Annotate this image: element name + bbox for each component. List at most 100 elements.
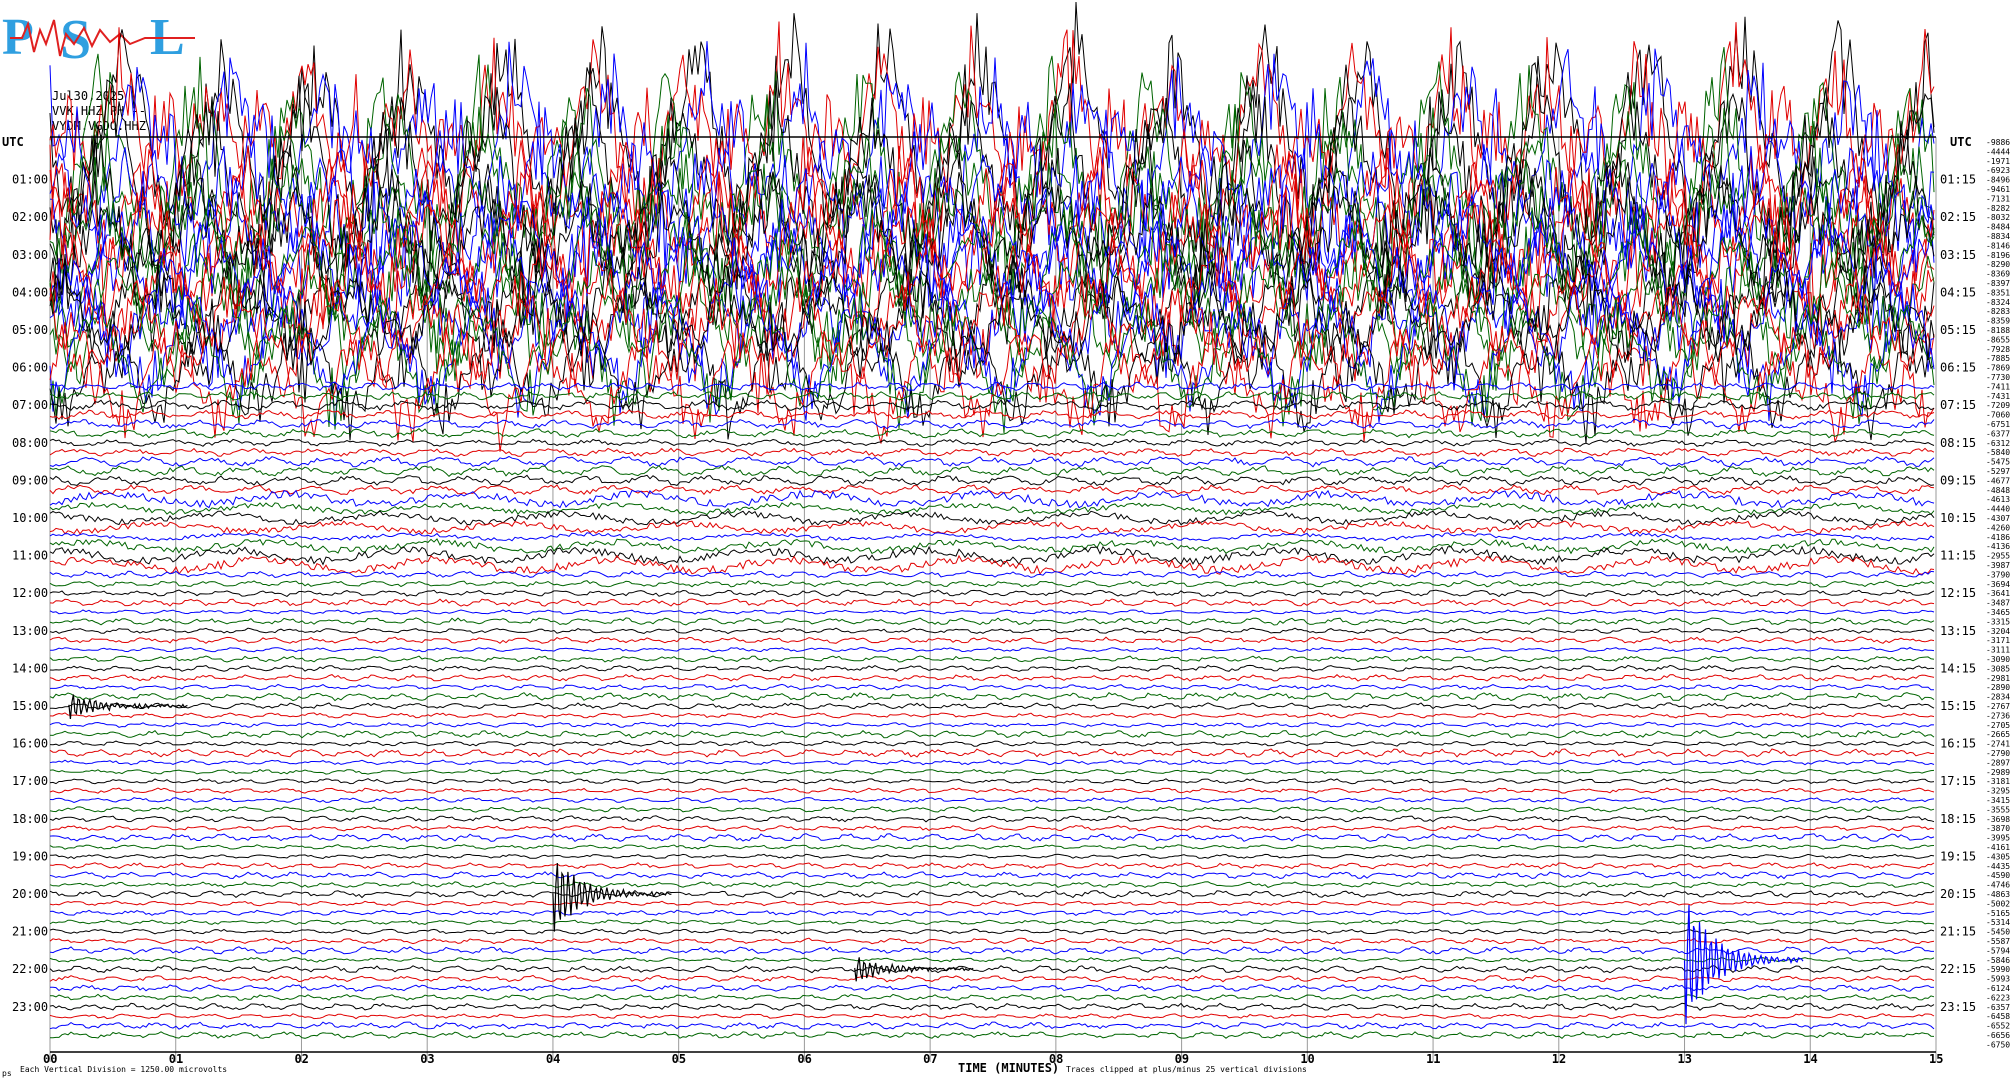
trace-offset-label: -9886 [1986, 138, 2010, 147]
minute-label: 06 [797, 1052, 811, 1066]
seismic-event [1683, 904, 1804, 1025]
trace-offset-label: -8188 [1986, 326, 2010, 335]
hour-label-left: 23:00 [12, 1000, 48, 1014]
seismic-trace [49, 1013, 1935, 1020]
trace-offset-label: -2955 [1986, 552, 2010, 561]
trace-offset-label: -8032 [1986, 213, 2010, 222]
corner-mark: ps [2, 1069, 12, 1078]
seismic-trace [49, 768, 1935, 775]
seismic-trace [49, 1021, 1935, 1030]
seismic-trace [49, 474, 1935, 487]
seismic-trace [49, 778, 1935, 785]
trace-offset-label: -8834 [1986, 232, 2010, 241]
seismic-trace [49, 957, 1935, 963]
trace-offset-label: -6552 [1986, 1022, 2010, 1031]
seismic-trace [49, 919, 1935, 926]
seismic-trace [49, 759, 1935, 766]
left-hour-labels: 01:00 02:00 03:00 04:00 05:00 06:00 07:00 08:00… [12, 173, 48, 1014]
trace-offset-label: -5314 [1986, 918, 2010, 927]
minute-label: 12 [1552, 1052, 1566, 1066]
hour-label-left: 08:00 [12, 436, 48, 450]
minute-label: 13 [1678, 1052, 1692, 1066]
trace-offset-label: -6357 [1986, 1003, 2010, 1012]
seismic-trace [49, 589, 1935, 598]
trace-offset-label: -7411 [1986, 382, 2010, 391]
seismic-trace [49, 447, 1935, 457]
trace-offset-label: -2989 [1986, 768, 2010, 777]
trace-offset-label: -2890 [1986, 683, 2010, 692]
seismic-trace [49, 871, 1935, 880]
trace-offset-label: -4444 [1986, 147, 2010, 156]
trace-offset-label: -7730 [1986, 373, 2010, 382]
seismic-trace [49, 712, 1935, 719]
hour-label-right: 01:15 [1940, 173, 1976, 187]
seismic-trace [49, 909, 1935, 916]
minute-label: 14 [1803, 1052, 1817, 1066]
minute-label: 01 [169, 1052, 183, 1066]
trace-offset-label: -8196 [1986, 251, 2010, 260]
seismic-trace [49, 974, 1935, 983]
trace-offset-label: -4435 [1986, 862, 2010, 871]
trace-offset-label: -4746 [1986, 881, 2010, 890]
hour-label-left: 20:00 [12, 887, 48, 901]
trace-offset-label: -3181 [1986, 777, 2010, 786]
seismic-trace [49, 815, 1935, 823]
hour-label-left: 16:00 [12, 737, 48, 751]
trace-offset-label: -8397 [1986, 279, 2010, 288]
seismic-trace [49, 418, 1935, 430]
seismic-trace [49, 598, 1935, 607]
trace-offset-label: -5840 [1986, 448, 2010, 457]
seismic-trace [49, 580, 1935, 588]
seismic-trace [50, 702, 1935, 710]
hour-label-right: 06:15 [1940, 361, 1976, 375]
hour-label-right: 03:15 [1940, 248, 1976, 262]
minute-label: 02 [294, 1052, 308, 1066]
trace-offset-label: -3790 [1986, 570, 2010, 579]
seismic-trace [49, 1031, 1935, 1039]
trace-offset-label: -6377 [1986, 429, 2010, 438]
trace-offset-label: -6656 [1986, 1031, 2010, 1040]
seismic-trace [49, 721, 1935, 728]
minute-label: 03 [420, 1052, 434, 1066]
seismic-trace [49, 806, 1935, 813]
minute-label: 05 [672, 1052, 686, 1066]
trace-offset-label: -5794 [1986, 946, 2010, 955]
hour-label-right: 07:15 [1940, 398, 1976, 412]
trace-offset-label: -6312 [1986, 439, 2010, 448]
trace-offset-label: -8351 [1986, 288, 2010, 297]
trace-offset-label: -6751 [1986, 420, 2010, 429]
minute-label: 00 [43, 1052, 57, 1066]
seismic-trace [49, 570, 1935, 579]
trace-offset-label: -7060 [1986, 411, 2010, 420]
seismic-trace [49, 538, 1935, 555]
trace-offset-label: -4136 [1986, 542, 2010, 551]
trace-offset-label: -7885 [1986, 354, 2010, 363]
trace-offset-label: -3694 [1986, 580, 2010, 589]
seismic-trace [49, 464, 1935, 478]
trace-offset-label: -2767 [1986, 702, 2010, 711]
hour-label-left: 03:00 [12, 248, 48, 262]
hour-label-left: 04:00 [12, 285, 48, 299]
trace-offset-label: -7431 [1986, 392, 2010, 401]
seismic-trace [49, 655, 1935, 663]
minute-label: 04 [546, 1052, 560, 1066]
seismic-trace [49, 501, 1935, 516]
hour-label-left: 09:00 [12, 473, 48, 487]
trace-offset-label: -4161 [1986, 843, 2010, 852]
trace-offset-label: -3090 [1986, 655, 2010, 664]
seismic-trace [49, 609, 1935, 615]
trace-offset-label: -2741 [1986, 740, 2010, 749]
trace-offset-label: -3415 [1986, 796, 2010, 805]
hour-label-right: 05:15 [1940, 323, 1976, 337]
seismic-trace [49, 438, 1935, 447]
trace-offset-label: -8359 [1986, 317, 2010, 326]
trace-offset-label: -5450 [1986, 928, 2010, 937]
seismic-trace [49, 489, 1935, 509]
hour-label-left: 17:00 [12, 774, 48, 788]
trace-offset-label: -5587 [1986, 937, 2010, 946]
trace-offset-label: -3987 [1986, 561, 2010, 570]
hour-label-right: 14:15 [1940, 661, 1976, 675]
trace-offset-label: -8496 [1986, 176, 2010, 185]
seismic-trace [49, 691, 1935, 702]
hour-label-right: 09:15 [1940, 473, 1976, 487]
